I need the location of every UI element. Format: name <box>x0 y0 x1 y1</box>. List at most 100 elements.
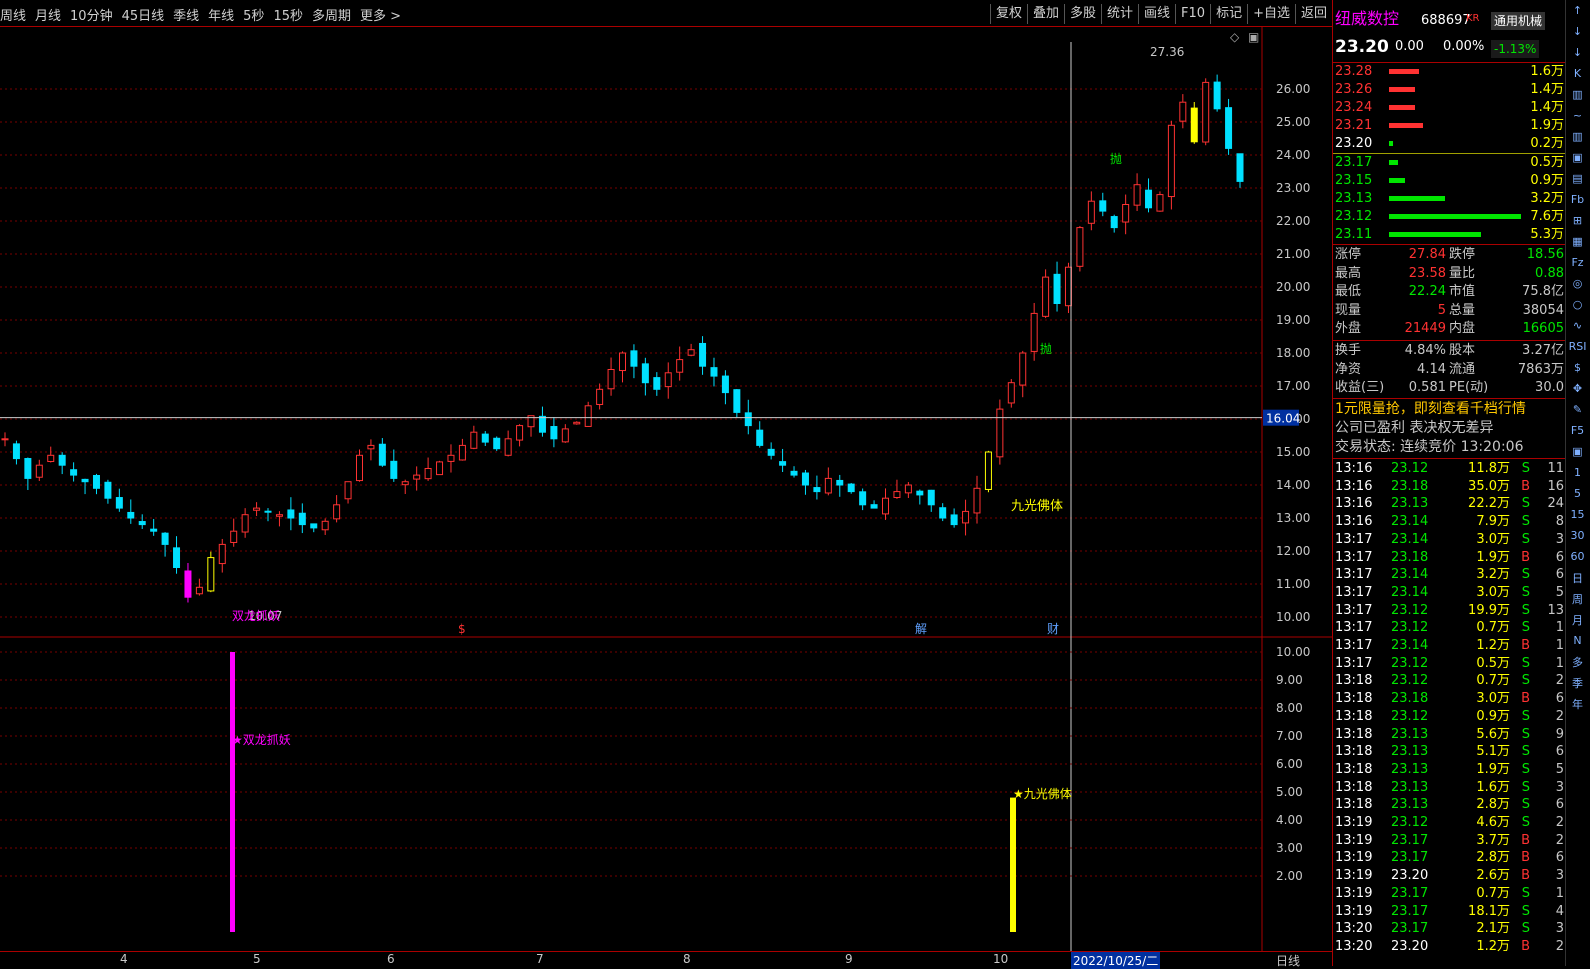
toolbar-button[interactable]: 返回 <box>1294 4 1332 24</box>
event-marker[interactable]: 解 <box>915 622 927 636</box>
toolbar-icon[interactable]: ▥ <box>1566 126 1589 147</box>
stat-field: 23.58 <box>1408 265 1446 281</box>
diamond-icon[interactable]: ◇ <box>1230 30 1240 44</box>
toolbar-icon[interactable]: 年 <box>1566 693 1589 714</box>
toolbar-icon[interactable]: ✥ <box>1566 378 1589 399</box>
toolbar-icon[interactable]: ▥ <box>1566 84 1589 105</box>
event-marker[interactable]: $ <box>458 622 466 636</box>
tick-field: 6 <box>1555 567 1564 583</box>
tick-field: B <box>1521 832 1530 848</box>
toolbar-icon[interactable]: K <box>1566 63 1589 84</box>
toolbar-icon[interactable]: RSI <box>1566 336 1589 357</box>
stock-name[interactable]: 纽威数控 <box>1335 10 1399 28</box>
candle <box>699 336 707 375</box>
period-tab[interactable]: 更多 > <box>360 5 401 24</box>
toolbar-icon[interactable]: ▤ <box>1566 168 1589 189</box>
toolbar-button[interactable]: 画线 <box>1138 4 1175 24</box>
toolbar-icon[interactable]: ↓ <box>1566 21 1589 42</box>
tick-field: 3.2万 <box>1476 567 1510 583</box>
toolbar-icon[interactable]: 1 <box>1566 462 1589 483</box>
period-tab[interactable]: 周线 <box>0 5 26 24</box>
toolbar-icon[interactable]: 60 <box>1566 546 1589 567</box>
toolbar-icon[interactable]: Fb <box>1566 189 1589 210</box>
bid-volume: 5.3万 <box>1530 227 1564 242</box>
toolbar-icon[interactable]: ↑ <box>1566 0 1589 21</box>
period-tab[interactable]: 45日线 <box>122 5 165 24</box>
sector-name[interactable]: 通用机械 <box>1491 12 1546 30</box>
period-tab[interactable]: 季线 <box>173 5 199 24</box>
candle <box>1030 302 1038 361</box>
tick-field: 13:17 <box>1335 531 1373 547</box>
ad-link[interactable]: 1元限量抢，即刻查看千档行情 <box>1335 400 1526 418</box>
period-tab[interactable]: 年线 <box>208 5 234 24</box>
tick-field: 6 <box>1555 549 1564 565</box>
toolbar-icon[interactable]: ◎ <box>1566 273 1589 294</box>
candle <box>1167 120 1175 210</box>
toolbar-icon[interactable]: ~ <box>1566 105 1589 126</box>
divider <box>1333 244 1566 245</box>
toolbar-icon[interactable]: 日 <box>1566 567 1589 588</box>
period-tab[interactable]: 多周期 <box>312 5 351 24</box>
tick-row: 13:18 23.12 0.9万 S 2 <box>1333 708 1566 726</box>
window-icon[interactable]: ▣ <box>1248 30 1259 44</box>
toolbar-icon[interactable]: Fz <box>1566 252 1589 273</box>
toolbar-icon[interactable]: 15 <box>1566 504 1589 525</box>
y-tick-label: 15.00 <box>1276 445 1310 459</box>
tick-field: 2.8万 <box>1476 797 1510 813</box>
period-tab[interactable]: 5秒 <box>243 5 264 24</box>
tick-field: 23.20 <box>1391 938 1429 954</box>
toolbar-icon[interactable]: 30 <box>1566 525 1589 546</box>
toolbar-button[interactable]: 叠加 <box>1026 4 1064 24</box>
x-tick-label: 5 <box>253 952 261 966</box>
tick-field: S <box>1521 496 1530 512</box>
period-tab[interactable]: 月线 <box>35 5 61 24</box>
toolbar-button[interactable]: +自选 <box>1247 4 1295 24</box>
candle <box>1122 194 1130 235</box>
toolbar-button[interactable]: 标记 <box>1210 4 1247 24</box>
period-tab[interactable]: 15秒 <box>273 5 303 24</box>
bid-volume: 0.9万 <box>1530 173 1564 188</box>
candle <box>35 459 43 481</box>
event-marker[interactable]: 财 <box>1047 622 1059 636</box>
toolbar-icon[interactable]: 季 <box>1566 672 1589 693</box>
toolbar-icon[interactable]: F5 <box>1566 420 1589 441</box>
toolbar-icon[interactable]: ∿ <box>1566 315 1589 336</box>
ask-volume-bar <box>1389 87 1415 92</box>
tick-field: 1.9万 <box>1476 549 1510 565</box>
toolbar-icon[interactable]: ✎ <box>1566 399 1589 420</box>
toolbar-icon[interactable]: ⊞ <box>1566 210 1589 231</box>
toolbar-icon[interactable]: ↓ <box>1566 42 1589 63</box>
period-tab[interactable]: 10分钟 <box>70 5 113 24</box>
toolbar-icon[interactable]: $ <box>1566 357 1589 378</box>
tick-field: 13:17 <box>1335 549 1373 565</box>
toolbar-icon[interactable]: ▣ <box>1566 147 1589 168</box>
candle <box>1053 261 1061 312</box>
period-label[interactable]: 日线 <box>1276 952 1300 969</box>
toolbar-icon[interactable]: 多 <box>1566 651 1589 672</box>
candle <box>596 383 604 410</box>
stat-field: 最高 <box>1335 265 1362 281</box>
candle <box>573 421 581 425</box>
bid-volume-bar <box>1389 160 1398 165</box>
kline-chart[interactable]: 26.00 25.00 24.00 23.00 22.00 21.00 20.00 19.00… <box>0 27 1332 951</box>
tick-field: S <box>1521 567 1530 583</box>
toolbar-button[interactable]: F10 <box>1175 4 1210 24</box>
tick-field: 13:19 <box>1335 815 1373 830</box>
toolbar-icon[interactable]: 周 <box>1566 588 1589 609</box>
toolbar-icon[interactable]: 5 <box>1566 483 1589 504</box>
toolbar-icon[interactable]: N <box>1566 630 1589 651</box>
tick-field: 23.17 <box>1391 850 1429 866</box>
tick-field: 6 <box>1555 850 1564 866</box>
toolbar-button[interactable]: 多股 <box>1063 4 1101 24</box>
toolbar-icon[interactable]: ▦ <box>1566 231 1589 252</box>
candle <box>1190 101 1198 144</box>
toolbar-icon[interactable]: ▣ <box>1566 441 1589 462</box>
toolbar-button[interactable]: 统计 <box>1101 4 1138 24</box>
note-row: 交易状态: 连续竞价 13:20:06 <box>1333 438 1566 456</box>
toolbar-icon[interactable]: ○ <box>1566 294 1589 315</box>
toolbar-button[interactable]: 复权 <box>989 4 1027 24</box>
indicator-label: ★双龙抓妖 <box>232 733 291 747</box>
y-tick-label: 11.00 <box>1276 577 1310 591</box>
toolbar-icon[interactable]: 月 <box>1566 609 1589 630</box>
tick-field: 1.2万 <box>1476 638 1510 653</box>
